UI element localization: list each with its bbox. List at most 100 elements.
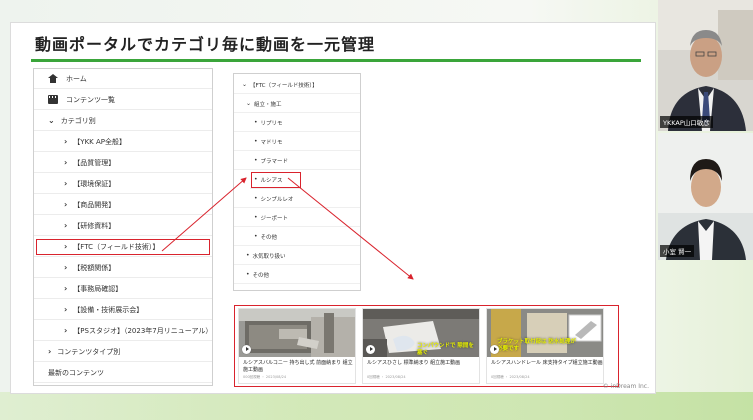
video-card-list: ルシアスバルコニー 持ち出し式 前面納まり 組立施工動画 000回視聴 ・ 20… <box>234 305 619 387</box>
bullet-icon: • <box>254 157 258 164</box>
ftc-submenu-panel: ⌄ 【FTC（フィールド技術）】 ⌄ 組立・施工 • リプリモ • マドリモ • プラマード • ルシ… <box>233 73 361 291</box>
thumbnail-caption: コンパウンドで 隙間を塞ぐ <box>417 343 474 356</box>
tree-item[interactable]: › コンテンツタイプ別 <box>34 342 212 362</box>
tree-item[interactable]: › 【商品開発】 <box>34 195 212 215</box>
play-icon[interactable] <box>490 345 499 354</box>
copyright-text: © inDream Inc. <box>602 383 649 390</box>
video-card[interactable]: ブラケット取付部は 防水処理が必要です ルシアスハンドレール 床支持タイプ組立施… <box>486 308 604 384</box>
bullet-icon: • <box>254 119 258 126</box>
play-icon[interactable] <box>242 345 251 354</box>
video-thumbnail[interactable] <box>239 309 355 357</box>
video-card[interactable]: コンパウンドで 隙間を塞ぐ ルシアスひさし 標準納まり 組立施工動画 0回視聴 … <box>362 308 480 384</box>
submenu-item-label: ルシアス <box>260 177 283 184</box>
thumbnail-caption: ブラケット取付部は 防水処理が必要です <box>497 339 576 352</box>
tree-item[interactable]: › 【研修資料】 <box>34 216 212 236</box>
submenu-item[interactable]: • プラマード <box>234 152 360 170</box>
submenu-item-label: マドリモ <box>260 139 283 146</box>
submenu-item[interactable]: • マドリモ <box>234 133 360 151</box>
bullet-icon: • <box>254 195 258 202</box>
tree-item-label: ホーム <box>66 74 87 83</box>
tree-item[interactable]: › 【税額関係】 <box>34 258 212 278</box>
tree-item[interactable]: › 【事務局確認】 <box>34 279 212 299</box>
participant-name: YKKAP山口敏彦 <box>660 116 713 128</box>
chevron-right-icon[interactable]: › <box>64 284 67 293</box>
participant-1-feed <box>658 0 753 131</box>
tree-item-label: 【商品開発】 <box>73 200 116 209</box>
bullet-icon: • <box>254 176 258 183</box>
tree-item-label: 最新のコンテンツ <box>48 368 104 377</box>
submenu-item[interactable]: • ジーポート <box>234 209 360 227</box>
video-title[interactable]: ルシアスひさし 標準納まり 組立施工動画 <box>367 360 479 367</box>
participant-video: YKKAP山口敏彦 <box>658 0 753 131</box>
participant-2-feed <box>658 133 753 260</box>
submenu-item-label: 【FTC（フィールド技術）】 <box>250 82 318 89</box>
presentation-slide: 動画ポータルでカテゴリ毎に動画を一元管理 ホームコンテンツ一覧 ⌄ カテゴリ別 › 【Y… <box>10 22 656 394</box>
tree-item[interactable]: ホーム <box>34 69 212 89</box>
submenu-item[interactable]: • シンプルレオ <box>234 190 360 208</box>
bullet-icon: • <box>254 233 258 240</box>
tree-item-label: 【PSスタジオ】（2023年7月リニューアル） <box>73 326 213 335</box>
chevron-down-icon: ⌄ <box>246 100 252 107</box>
chevron-right-icon[interactable]: › <box>48 347 51 356</box>
video-meta: 0回視聴 ・ 2023/08/24 <box>367 375 406 379</box>
tree-item-label: コンテンツ一覧 <box>66 95 115 104</box>
background-band <box>0 392 753 420</box>
tree-item-label: 【設備・技術展示会】 <box>73 305 144 314</box>
play-icon[interactable] <box>366 345 375 354</box>
tree-item[interactable]: › 【PSスタジオ】（2023年7月リニューアル） <box>34 321 212 341</box>
submenu-item[interactable]: • リプリモ <box>234 114 360 132</box>
submenu-item[interactable]: ⌄ 組立・施工 <box>234 95 360 113</box>
video-thumbnail[interactable]: ブラケット取付部は 防水処理が必要です <box>487 309 603 357</box>
chevron-right-icon[interactable]: › <box>64 263 67 272</box>
submenu-item[interactable]: • 水気取り扱い <box>234 247 360 265</box>
chevron-right-icon[interactable]: › <box>64 242 67 251</box>
video-meta: 0回視聴 ・ 2023/08/24 <box>491 375 530 379</box>
tree-item[interactable]: › 【YKK AP全般】 <box>34 132 212 152</box>
chevron-right-icon[interactable]: › <box>64 221 67 230</box>
home-icon <box>48 74 58 83</box>
chevron-right-icon[interactable]: › <box>64 200 67 209</box>
tree-item-label: 【事務局確認】 <box>73 284 123 293</box>
submenu-item-label: ジーポート <box>260 215 289 222</box>
submenu-item[interactable]: • ルシアス <box>250 171 302 189</box>
tree-item-label: 【YKK AP全般】 <box>73 137 126 146</box>
submenu-item-label: その他 <box>260 234 278 241</box>
tree-item-label: 【税額関係】 <box>73 263 116 272</box>
participant-video: 小室 賢一 <box>658 133 753 260</box>
tree-item-label: 【品質管理】 <box>73 158 116 167</box>
tree-item-label: 【FTC（フィールド技術）】 <box>73 242 160 251</box>
slide-title: 動画ポータルでカテゴリ毎に動画を一元管理 <box>35 35 376 54</box>
submenu-item[interactable]: • その他 <box>234 266 360 284</box>
tree-item-label: 【研修資料】 <box>73 221 116 230</box>
chevron-down-icon: ⌄ <box>242 81 248 88</box>
chevron-right-icon[interactable]: › <box>64 158 67 167</box>
chevron-down-icon[interactable]: ⌄ <box>48 116 55 125</box>
video-title[interactable]: ルシアスバルコニー 持ち出し式 前面納まり 組立施工動画 <box>243 360 355 374</box>
video-title[interactable]: ルシアスハンドレール 床支持タイプ組立施工動画 <box>491 360 603 367</box>
tree-item[interactable]: › 【環境保証】 <box>34 174 212 194</box>
video-thumbnail[interactable]: コンパウンドで 隙間を塞ぐ <box>363 309 479 357</box>
bullet-icon: • <box>246 271 250 278</box>
tree-item-label: コンテンツタイプ別 <box>57 347 121 356</box>
chevron-right-icon[interactable]: › <box>64 305 67 314</box>
tree-item[interactable]: 最新のコンテンツ <box>34 363 212 383</box>
submenu-item-label: 組立・施工 <box>254 101 282 108</box>
video-card[interactable]: ルシアスバルコニー 持ち出し式 前面納まり 組立施工動画 000回視聴 ・ 20… <box>238 308 356 384</box>
submenu-item[interactable]: ⌄ 【FTC（フィールド技術）】 <box>234 76 360 94</box>
category-tree-panel: ホームコンテンツ一覧 ⌄ カテゴリ別 › 【YKK AP全般】 › 【品質管理】 › 【環境保証… <box>33 68 213 386</box>
chevron-right-icon[interactable]: › <box>64 179 67 188</box>
bullet-icon: • <box>254 214 258 221</box>
submenu-item-label: 水気取り扱い <box>252 253 286 260</box>
tree-item[interactable]: › 【品質管理】 <box>34 153 212 173</box>
submenu-item-label: シンプルレオ <box>260 196 294 203</box>
balcony-photo <box>239 309 355 357</box>
participant-name: 小室 賢一 <box>660 245 695 257</box>
chevron-right-icon[interactable]: › <box>64 137 67 146</box>
chevron-right-icon[interactable]: › <box>64 326 67 335</box>
tree-item[interactable]: ⌄ カテゴリ別 <box>34 111 212 131</box>
tree-item[interactable]: › 【設備・技術展示会】 <box>34 300 212 320</box>
tree-item-label: 【環境保証】 <box>73 179 116 188</box>
tree-item[interactable]: › 【FTC（フィールド技術）】 <box>34 237 212 257</box>
tree-item[interactable]: コンテンツ一覧 <box>34 90 212 110</box>
submenu-item[interactable]: • その他 <box>234 228 360 246</box>
